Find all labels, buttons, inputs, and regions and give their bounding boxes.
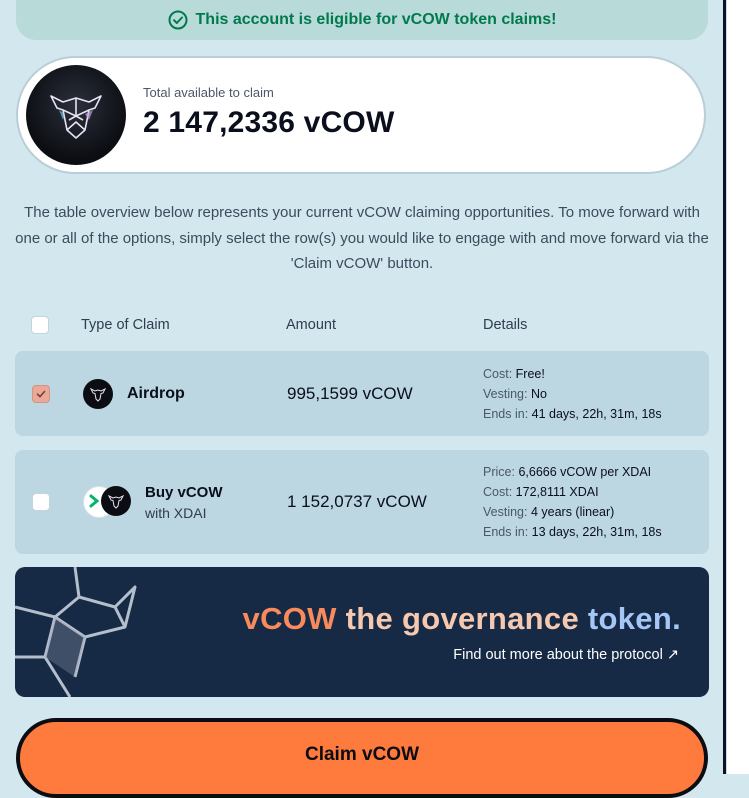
- eligibility-banner: This account is eligible for vCOW token …: [16, 0, 708, 40]
- cow-logo-icon: [26, 65, 126, 165]
- header-type: Type of Claim: [81, 317, 170, 333]
- detail-key: Cost:: [483, 485, 513, 499]
- detail-key: Ends in:: [483, 525, 529, 539]
- cow-logo-icon: [101, 486, 131, 516]
- detail-value: 4 years (linear): [530, 505, 615, 519]
- gov-title-vcow: vCOW: [242, 601, 337, 636]
- row-checkbox-airdrop[interactable]: [32, 385, 50, 403]
- row-name: Buy vCOW: [145, 484, 223, 501]
- gov-title-middle: the governance: [345, 601, 579, 636]
- checkmark-icon: [36, 390, 46, 398]
- row-details: Price: 6,6666 vCOW per XDAI Cost: 172,81…: [483, 462, 662, 542]
- row-subtitle: with XDAI: [145, 505, 207, 521]
- gov-title-token: token.: [587, 601, 681, 636]
- claim-vcow-button[interactable]: Claim vCOW: [16, 718, 708, 798]
- row-checkbox-buy[interactable]: [32, 493, 50, 511]
- detail-key: Cost:: [483, 367, 513, 381]
- total-claim-card: Total available to claim 2 147,2336 vCOW: [16, 56, 706, 174]
- detail-value: 13 days, 22h, 31m, 18s: [531, 525, 662, 539]
- detail-key: Vesting:: [483, 505, 528, 519]
- protocol-link[interactable]: Find out more about the protocol ↗: [453, 647, 679, 663]
- page-side-strip: [726, 0, 749, 774]
- table-header: Type of Claim Amount Details: [14, 310, 709, 340]
- row-details: Cost: Free! Vesting: No Ends in: 41 days…: [483, 364, 662, 424]
- total-label: Total available to claim: [143, 85, 274, 100]
- total-value: 2 147,2336 vCOW: [143, 106, 395, 139]
- header-details: Details: [483, 317, 528, 333]
- detail-value: Free!: [515, 367, 545, 381]
- detail-key: Price:: [483, 465, 515, 479]
- detail-value: 172,8111 XDAI: [515, 485, 599, 499]
- select-all-checkbox[interactable]: [31, 316, 49, 334]
- intro-text: The table overview below represents your…: [15, 204, 709, 272]
- governance-banner[interactable]: vCOW the governance token. Find out more…: [15, 567, 709, 697]
- header-amount: Amount: [286, 317, 336, 333]
- row-amount: 1 152,0737 vCOW: [287, 492, 427, 511]
- detail-value: 41 days, 22h, 31m, 18s: [531, 407, 662, 421]
- cow-outline-illustration: [15, 567, 137, 697]
- detail-key: Vesting:: [483, 387, 528, 401]
- governance-title: vCOW the governance token.: [243, 601, 681, 637]
- cow-logo-icon: [83, 379, 113, 409]
- detail-key: Ends in:: [483, 407, 529, 421]
- row-name: Airdrop: [127, 385, 185, 402]
- detail-value: No: [530, 387, 547, 401]
- eligibility-text: This account is eligible for vCOW token …: [195, 11, 557, 28]
- row-amount: 995,1599 vCOW: [287, 384, 413, 403]
- table-row[interactable]: Buy vCOW with XDAI 1 152,0737 vCOW Price…: [15, 450, 709, 554]
- detail-value: 6,6666 vCOW per XDAI: [518, 465, 652, 479]
- table-row[interactable]: Airdrop 995,1599 vCOW Cost: Free! Vestin…: [15, 351, 709, 436]
- check-circle-icon: [168, 10, 188, 30]
